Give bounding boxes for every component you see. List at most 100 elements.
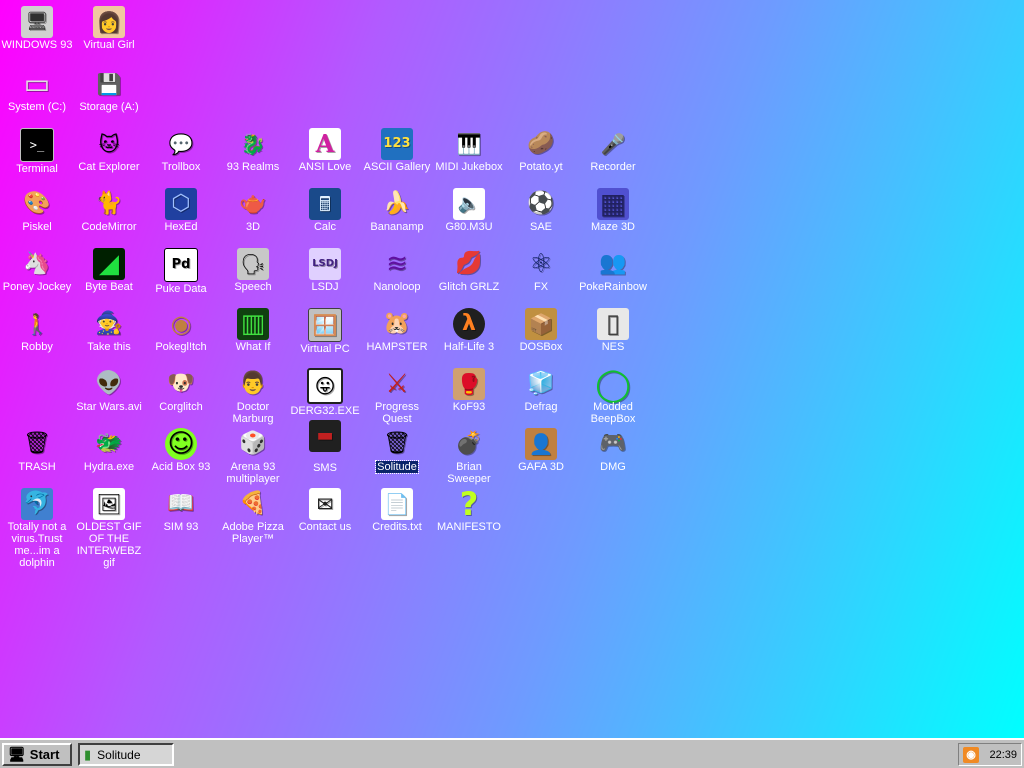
icon-label: 3D — [245, 221, 261, 233]
icon-label: Take this — [87, 341, 131, 353]
desktop-icon-trash[interactable]: 🗑 TRASH — [0, 428, 74, 473]
desktop-icon-credits-txt[interactable]: 📄 Credits.txt — [360, 488, 434, 533]
solitude-task-icon: ▮ — [84, 746, 92, 762]
desktop-icon-midi-jukebox[interactable]: 🎹 MIDI Jukebox — [432, 128, 506, 173]
icon-label: Arena 93 multiplayer — [226, 461, 280, 485]
desktop-icon-byte-beat[interactable]: ◢ Byte Beat — [72, 248, 146, 293]
desktop-icon-storage-a[interactable]: 💾 Storage (A:) — [72, 68, 146, 113]
desktop-icon-fx[interactable]: ⚛ FX — [504, 248, 578, 293]
desktop-icon-dosbox[interactable]: 📦 DOSBox — [504, 308, 578, 353]
desktop-icon-hydra[interactable]: 🐲 Hydra.exe — [72, 428, 146, 473]
desktop-icon-hexed[interactable]: ⬡ HexEd — [144, 188, 218, 233]
desktop-icon-ascii-gallery[interactable]: 123 ASCII Gallery — [360, 128, 434, 173]
floppy-drive-icon: 💾 — [96, 72, 122, 96]
desktop-icon-cat-explorer[interactable]: 🐱 Cat Explorer — [72, 128, 146, 173]
desktop-icon-acid-box-93[interactable]: ☺ Acid Box 93 — [144, 428, 218, 473]
desktop-icon-ansi-love[interactable]: A ANSI Love — [288, 128, 362, 173]
icon-label: Progress Quest — [374, 401, 420, 425]
clock[interactable]: 22:39 — [989, 749, 1017, 761]
desktop-icon-g80-m3u[interactable]: 🔈 G80.M3U — [432, 188, 506, 233]
icon-label: PokeRainbow — [579, 281, 647, 293]
dragon-icon: 🐉 — [240, 132, 266, 156]
icon-label: Virtual PC — [300, 343, 350, 355]
icon-label: 93 Realms — [226, 161, 280, 173]
desktop-icon-nes[interactable]: ▯ NES — [576, 308, 650, 353]
cube-icon: 🎲 — [239, 431, 267, 456]
desktop-icon-sms[interactable]: ▬ SMS — [288, 420, 362, 474]
desktop-icon-gafa-3d[interactable]: 👤 GAFA 3D — [504, 428, 578, 473]
desktop-icon-virtual-girl[interactable]: 👩 Virtual Girl — [72, 6, 146, 51]
desktop-icon-dmg[interactable]: 🎮 DMG — [576, 428, 650, 473]
old-man-icon: 🧙 — [95, 311, 123, 336]
desktop-icon-maze-3d[interactable]: ▦ Maze 3D — [576, 188, 650, 234]
desktop[interactable]: 🖥 WINDOWS 93 👩 Virtual Girl ▭ System (C:… — [0, 0, 1024, 738]
icon-label: LSDJ — [311, 281, 339, 293]
desktop-icon-hampster[interactable]: 🐹 HAMPSTER — [360, 308, 434, 353]
desktop-icon-sim-93[interactable]: 📖 SIM 93 — [144, 488, 218, 533]
glitch-ball-icon: ◉ — [170, 310, 192, 338]
desktop-icon-pokeglitch[interactable]: ◉ Pokegl!tch — [144, 308, 218, 353]
taskbar-task-solitude[interactable]: ▮ Solitude — [78, 743, 174, 766]
desktop-icon-kof93[interactable]: 🥊 KoF93 — [432, 368, 506, 413]
desktop-icon-defrag[interactable]: 🧊 Defrag — [504, 368, 578, 413]
desktop-icon-calc[interactable]: 🖩 Calc — [288, 188, 362, 233]
desktop-icon-piskel[interactable]: 🎨 Piskel — [0, 188, 74, 233]
desktop-icon-robby[interactable]: 🚶 Robby — [0, 308, 74, 353]
desktop-icon-sae[interactable]: ⚽ SAE — [504, 188, 578, 233]
desktop-icon-trollbox[interactable]: 💬 Trollbox — [144, 128, 218, 173]
desktop-icon-take-this[interactable]: 🧙 Take this — [72, 308, 146, 353]
desktop-icon-derg32[interactable]: 😛 DERG32.EXE — [288, 368, 362, 417]
icon-label: Poney Jockey — [2, 281, 72, 293]
taskbar: 🖥 Start ▮ Solitude ◉ 22:39 — [0, 738, 1024, 768]
desktop-icon-speech[interactable]: 🗣 Speech — [216, 248, 290, 293]
desktop-icon-oldest-gif[interactable]: 🖼 OLDEST GIF OF THE INTERWEBZ gif — [72, 488, 146, 569]
desktop-icon-contact-us[interactable]: ✉ Contact us — [288, 488, 362, 533]
icon-label: GAFA 3D — [518, 461, 564, 473]
desktop-icon-what-if[interactable]: ▥ What If — [216, 308, 290, 353]
desktop-icon-windows-93[interactable]: 🖥 WINDOWS 93 — [0, 6, 74, 51]
desktop-icon-poney-jockey[interactable]: 🦄 Poney Jockey — [0, 248, 74, 293]
desktop-icon-puke-data[interactable]: Pd Puke Data — [144, 248, 218, 295]
desktop-icon-potato-yt[interactable]: 🥔 Potato.yt — [504, 128, 578, 173]
desktop-icon-codemirror[interactable]: 🐈 CodeMirror — [72, 188, 146, 233]
icon-label: FX — [533, 281, 549, 293]
desktop-icon-terminal[interactable]: >_ Terminal — [0, 128, 74, 175]
desktop-icon-brian-sweeper[interactable]: 💣 Brian Sweeper — [432, 428, 506, 485]
desktop-icon-virtual-pc[interactable]: 🪟 Virtual PC — [288, 308, 362, 355]
banana-icon: 🍌 — [383, 191, 411, 216]
cat-icon: 🐈 — [95, 191, 123, 216]
desktop-icon-star-wars[interactable]: 👽 Star Wars.avi — [72, 368, 146, 413]
desktop-icon-solitude[interactable]: 🗑 Solitude — [360, 428, 434, 474]
desktop-icon-lsdj[interactable]: LSDJ LSDJ — [288, 248, 362, 293]
desktop-icon-progress-quest[interactable]: ⚔ Progress Quest — [360, 368, 434, 425]
icon-label: Half-Life 3 — [443, 341, 495, 353]
desktop-icon-3d[interactable]: 🫖 3D — [216, 188, 290, 233]
desktop-icon-half-life-3[interactable]: λ Half-Life 3 — [432, 308, 506, 353]
rss-feed-icon[interactable]: ◉ — [963, 746, 979, 763]
desktop-icon-recorder[interactable]: 🎤 Recorder — [576, 128, 650, 173]
desktop-icon-bananamp[interactable]: 🍌 Bananamp — [360, 188, 434, 233]
icon-label: HAMPSTER — [366, 341, 428, 353]
desktop-icon-93-realms[interactable]: 🐉 93 Realms — [216, 128, 290, 173]
desktop-icon-corglitch[interactable]: 🐶 Corglitch — [144, 368, 218, 413]
face-icon: 👩 — [93, 6, 125, 38]
desktop-icon-manifesto[interactable]: ? MANIFESTO — [432, 488, 506, 533]
console-cartridge-icon: ▬ — [309, 420, 341, 452]
desktop-icon-system-c[interactable]: ▭ System (C:) — [0, 68, 74, 114]
icon-label: What If — [235, 341, 271, 353]
icon-label: DOSBox — [519, 341, 563, 353]
chat-bubble-icon: 💬 — [168, 132, 194, 156]
desktop-icon-modded-beepbox[interactable]: ◯ Modded BeepBox — [576, 368, 650, 425]
icon-label: Puke Data — [155, 283, 207, 295]
desktop-icon-nanoloop[interactable]: ≋ Nanoloop — [360, 248, 434, 293]
desktop-icon-doctor-marburg[interactable]: 👨 Doctor Marburg — [216, 368, 290, 425]
desktop-icon-pokerainbow[interactable]: 👥 PokeRainbow — [576, 248, 650, 293]
crossed-swords-icon: ⚔ — [385, 369, 409, 399]
corgi-icon: 🐶 — [167, 371, 195, 396]
desktop-icon-arena-93[interactable]: 🎲 Arena 93 multiplayer — [216, 428, 290, 485]
desktop-icon-adobe-pizza[interactable]: 🍕 Adobe Pizza Player™ — [216, 488, 290, 545]
desktop-icon-dolphin[interactable]: 🐬 Totally not a virus.Trust me...im a do… — [0, 488, 74, 569]
desktop-icon-glitch-grlz[interactable]: 💋 Glitch GRLZ — [432, 248, 506, 293]
book-icon: 📖 — [167, 491, 195, 516]
start-button[interactable]: 🖥 Start — [2, 743, 72, 766]
